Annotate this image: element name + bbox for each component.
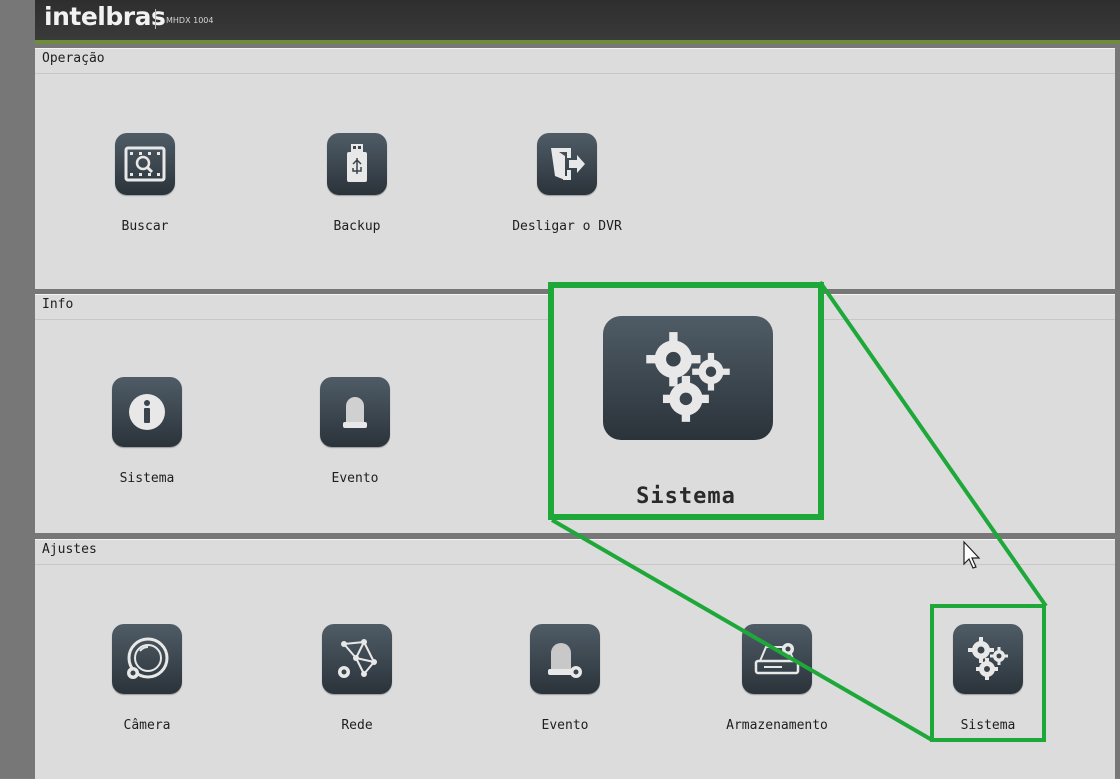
info-icon [112, 377, 182, 447]
tile-label: Armazenamento [726, 718, 828, 733]
tile-info-evento[interactable]: Evento [285, 377, 425, 486]
tile-backup[interactable]: Backup [287, 133, 427, 234]
callout-label: Sistema [636, 484, 736, 509]
tile-camera[interactable]: Câmera [77, 624, 217, 733]
model-name: MHDX 1004 [166, 16, 214, 25]
network-gear-icon [322, 624, 392, 694]
section-title: Ajustes [42, 542, 97, 557]
brand-logo: intelbras [44, 2, 166, 31]
tile-label: Buscar [121, 219, 169, 234]
section-operacao: Operação Buscar Backup Desligar o DVR [35, 48, 1115, 289]
highlight-box-small [930, 604, 1046, 742]
tile-rede[interactable]: Rede [287, 624, 427, 733]
tile-armazenamento[interactable]: Armazenamento [707, 624, 847, 733]
section-divider [35, 564, 1115, 565]
usb-drive-icon [327, 133, 387, 195]
alarm-light-icon [320, 377, 390, 447]
tile-label: Evento [331, 471, 379, 486]
logout-door-icon [537, 133, 597, 195]
tile-ajustes-evento[interactable]: Evento [495, 624, 635, 733]
tile-desligar[interactable]: Desligar o DVR [497, 133, 637, 234]
section-divider [35, 73, 1115, 74]
tile-label: Desligar o DVR [512, 219, 622, 234]
tile-label: Sistema [119, 471, 175, 486]
tile-label: Backup [333, 219, 381, 234]
mouse-cursor-icon [963, 540, 981, 569]
top-bar-accent [35, 40, 1120, 44]
tile-label: Rede [341, 718, 373, 733]
search-film-icon [115, 133, 175, 195]
alarm-gear-icon [530, 624, 600, 694]
camera-gear-icon [112, 624, 182, 694]
zoom-callout: Sistema [548, 282, 824, 520]
tile-label: Evento [541, 718, 589, 733]
gears-icon [603, 316, 773, 440]
section-title: Operação [42, 51, 105, 66]
tile-label: Câmera [123, 718, 171, 733]
logo-separator [155, 9, 156, 29]
tile-info-sistema[interactable]: Sistema [77, 377, 217, 486]
section-title: Info [42, 297, 74, 312]
hdd-gear-icon [742, 624, 812, 694]
tile-buscar[interactable]: Buscar [75, 133, 215, 234]
app-window: intelbras MHDX 1004 Operação Buscar Back… [0, 0, 1120, 779]
